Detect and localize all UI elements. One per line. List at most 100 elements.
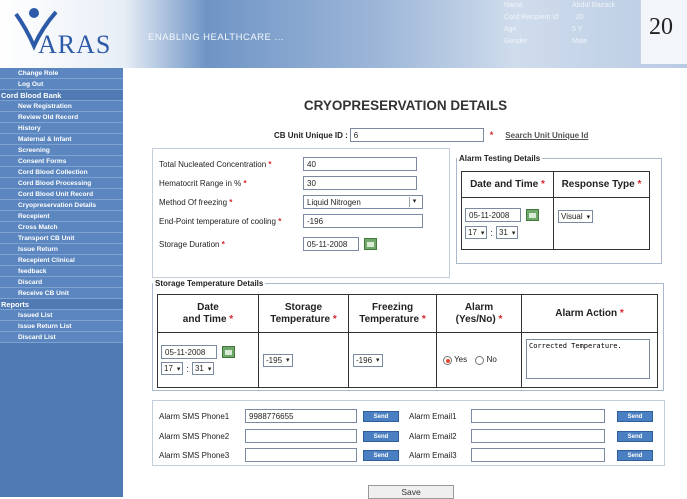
main-content: CRYOPRESERVATION DETAILS CB Unit Unique … — [124, 68, 687, 499]
sms-phone2-label: Alarm SMS Phone2 — [159, 431, 230, 441]
email3-input[interactable] — [471, 448, 605, 462]
sidebar-item-change-role[interactable]: Change Role — [0, 68, 123, 79]
alarm-no-radio[interactable] — [475, 355, 485, 365]
alarm-no-label: No — [486, 355, 497, 365]
storage-minute-select[interactable]: 31 ▾ — [191, 362, 215, 375]
method-label: Method Of freezing — [159, 197, 228, 207]
sms-phone3-input[interactable] — [245, 448, 357, 462]
sidebar-item-screening[interactable]: Screening — [0, 145, 123, 156]
sidebar-item-transport-cb-unit[interactable]: Transport CB Unit — [0, 233, 123, 244]
sidebar-item-feedback[interactable]: feedback — [0, 266, 123, 277]
chevron-down-icon: ▾ — [511, 229, 516, 237]
search-unit-link[interactable]: Search Unit Unique Id — [505, 131, 588, 140]
patient-name-label: Name — [504, 2, 523, 9]
email1-label: Alarm Email1 — [409, 411, 457, 421]
col-alarm: Alarm — [464, 301, 494, 313]
chevron-down-icon: ▾ — [586, 213, 591, 221]
alarm-testing-table: Date and Time * Response Type * 17▾ : 31… — [461, 171, 650, 250]
logo-text: ARAS — [38, 30, 112, 59]
patient-gender-row: Gender Male — [502, 36, 637, 48]
sidebar-item-new-registration[interactable]: New Registration — [0, 101, 123, 112]
duration-row: Storage Duration * — [159, 237, 377, 251]
email3-label: Alarm Email3 — [409, 450, 457, 460]
endpoint-input[interactable] — [303, 214, 423, 228]
sidebar-item-history[interactable]: History — [0, 123, 123, 134]
duration-input[interactable] — [303, 237, 359, 251]
sidebar-item-recepient[interactable]: Recepient — [0, 211, 123, 222]
sidebar-item-issue-return-list[interactable]: Issue Return List — [0, 321, 123, 332]
sidebar-item-cord-blood-processing[interactable]: Cord Blood Processing — [0, 178, 123, 189]
patient-id-label: Cord Recipient Id — [504, 14, 559, 21]
storage-hour-select[interactable]: 17 ▾ — [161, 362, 184, 375]
send-email1-button[interactable]: Send — [617, 410, 653, 422]
sms-phone3-label: Alarm SMS Phone3 — [159, 450, 230, 460]
patient-age-value: 5 Y — [572, 26, 583, 33]
alarm-date-input[interactable] — [465, 208, 521, 222]
alarm-yes-radio[interactable] — [443, 355, 452, 365]
alarm-action-textarea[interactable]: Corrected Temperature. — [526, 339, 650, 379]
year-panel: 20 — [640, 0, 687, 64]
chevron-down-icon: ▾ — [207, 365, 212, 373]
cb-unit-input[interactable] — [349, 128, 484, 142]
sidebar-item-cross-match[interactable]: Cross Match — [0, 222, 123, 233]
patient-age-label: Age — [504, 26, 517, 33]
response-type-select[interactable]: Visual ▾ — [558, 210, 594, 223]
sidebar-item-receive-cb-unit[interactable]: Receive CB Unit — [0, 288, 123, 299]
tagline: ENABLING HEALTHCARE ... — [148, 32, 284, 43]
sidebar-item-maternal-infant[interactable]: Maternal & Infant — [0, 134, 123, 145]
hematocrit-input[interactable] — [303, 176, 417, 190]
sidebar-item-discard[interactable]: Discard — [0, 277, 123, 288]
send-email2-button[interactable]: Send — [617, 430, 653, 442]
sidebar-item-issued-list[interactable]: Issued List — [0, 310, 123, 321]
col-response-type: Response Type — [561, 179, 635, 190]
sidebar-item-review-old-record[interactable]: Review Old Record — [0, 112, 123, 123]
method-select[interactable]: Liquid Nitrogen ▾ — [303, 195, 423, 209]
year-text: 20 — [649, 14, 673, 40]
storage-date-input[interactable] — [161, 345, 217, 359]
method-select-value: Liquid Nitrogen — [307, 197, 361, 207]
patient-age-row: Age 5 Y — [502, 24, 637, 36]
calendar-icon[interactable] — [222, 346, 235, 358]
freezing-temperature-select[interactable]: -196 ▾ — [353, 353, 383, 367]
cryo-details-panel: Total Nucleated Concentration * Hematocr… — [152, 148, 450, 278]
sidebar-item-cord-blood-collection[interactable]: Cord Blood Collection — [0, 167, 123, 178]
notification-row-3: Alarm SMS Phone3 Send Alarm Email3 Send — [159, 448, 653, 462]
chevron-down-icon: ▾ — [286, 357, 290, 364]
sms-phone2-input[interactable] — [245, 429, 357, 443]
chevron-down-icon: ▾ — [480, 229, 485, 237]
alarm-minute-select[interactable]: 31 ▾ — [495, 226, 519, 239]
patient-name-value: Abdul Razack — [572, 2, 616, 9]
sidebar-item-log-out[interactable]: Log Out — [0, 79, 123, 90]
patient-gender-value: Male — [572, 38, 588, 45]
sidebar: Change Role Log Out Cord Blood Bank New Reg… — [0, 68, 123, 497]
sidebar-item-consent-forms[interactable]: Consent Forms — [0, 156, 123, 167]
col-datetime: Date and Time — [470, 179, 539, 190]
send-sms3-button[interactable]: Send — [363, 449, 399, 461]
sidebar-item-cord-blood-unit-record[interactable]: Cord Blood Unit Record — [0, 189, 123, 200]
sidebar-item-issue-return[interactable]: Issue Return — [0, 244, 123, 255]
sidebar-item-cryopreservation-details[interactable]: Cryopreservation Details — [0, 200, 123, 211]
send-sms1-button[interactable]: Send — [363, 410, 399, 422]
chevron-down-icon: ▾ — [176, 365, 181, 373]
calendar-icon[interactable] — [364, 238, 377, 250]
send-sms2-button[interactable]: Send — [363, 430, 399, 442]
email1-input[interactable] — [471, 409, 605, 423]
nucleated-input[interactable] — [303, 157, 417, 171]
col-freezing-temp: Freezing — [371, 301, 414, 313]
sidebar-item-recepient-clinical[interactable]: Recepient Clinical — [0, 255, 123, 266]
chevron-down-icon: ▾ — [409, 197, 419, 207]
endpoint-row: End-Point temperature of cooling * — [159, 214, 423, 228]
sms-phone1-input[interactable] — [245, 409, 357, 423]
sidebar-item-discard-list[interactable]: Discard List — [0, 332, 123, 343]
app-header: ARAS ENABLING HEALTHCARE ... Name Abdul … — [0, 0, 687, 68]
sms-phone1-label: Alarm SMS Phone1 — [159, 411, 230, 421]
email2-input[interactable] — [471, 429, 605, 443]
storage-temperature-select[interactable]: -195 ▾ — [263, 353, 293, 367]
storage-temperature-legend: Storage Temperature Details — [155, 279, 264, 288]
email2-label: Alarm Email2 — [409, 431, 457, 441]
alarm-hour-select[interactable]: 17 ▾ — [465, 226, 488, 239]
patient-info: Name Abdul Razack Cord Recipient Id : 20… — [502, 0, 637, 48]
send-email3-button[interactable]: Send — [617, 449, 653, 461]
hematocrit-label: Hematocrit Range in % — [159, 178, 242, 188]
calendar-icon[interactable] — [526, 209, 539, 221]
